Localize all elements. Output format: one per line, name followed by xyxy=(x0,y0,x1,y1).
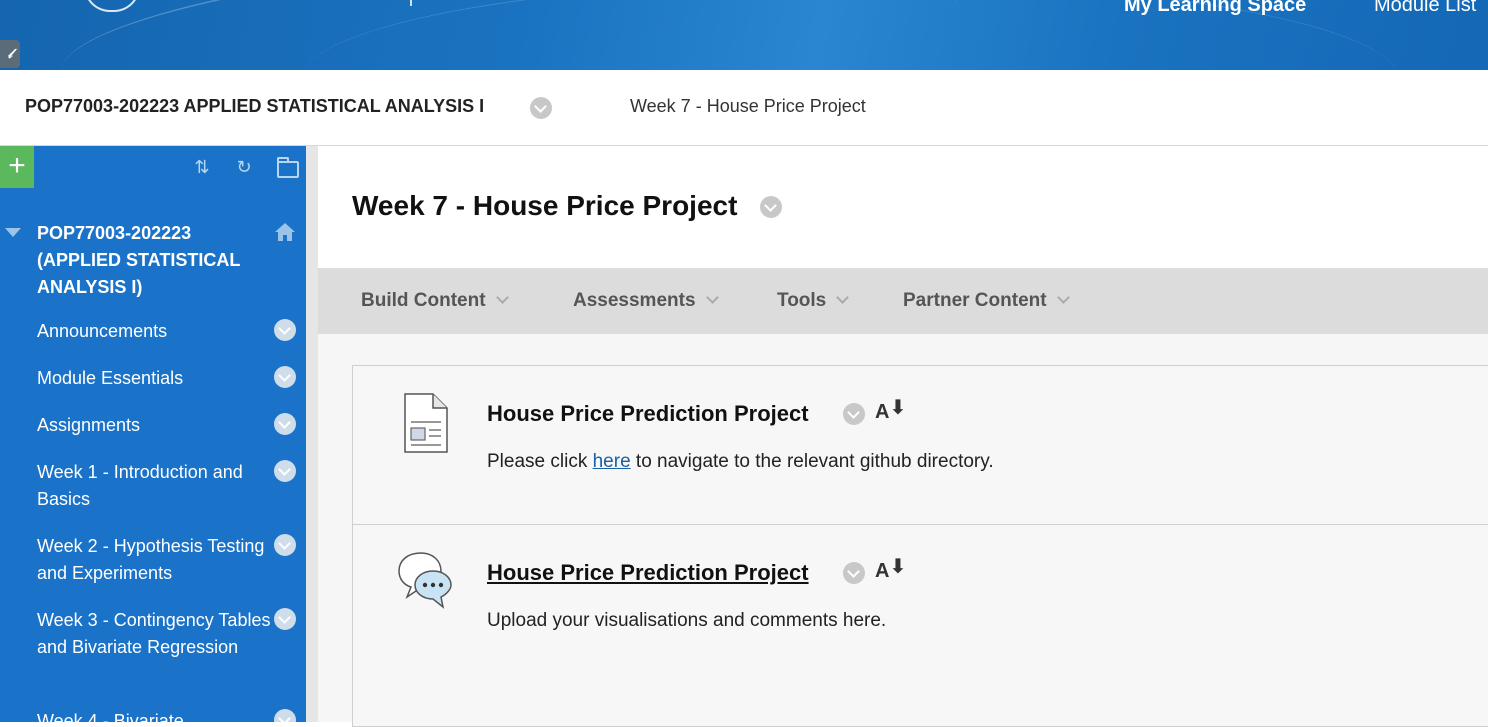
home-icon[interactable] xyxy=(274,222,296,242)
add-menu-item-button[interactable]: + xyxy=(0,146,34,188)
chevron-down-icon xyxy=(836,291,850,304)
content-list: House Price Prediction Project A⬇ Please… xyxy=(352,365,1488,727)
link-icon[interactable]: 𝓁 xyxy=(0,40,20,68)
az-glyph: A xyxy=(875,560,890,582)
document-icon xyxy=(404,393,448,453)
module-list-link[interactable]: Module List xyxy=(1374,0,1476,17)
sidebar-resize-handle[interactable] xyxy=(306,146,318,722)
my-learning-space-link[interactable]: My Learning Space xyxy=(1124,0,1306,17)
chevron-down-icon[interactable] xyxy=(274,460,296,482)
list-item: House Price Prediction Project A⬇ Upload… xyxy=(353,525,1488,683)
chevron-down-icon[interactable] xyxy=(274,608,296,630)
chevron-down-icon[interactable] xyxy=(274,534,296,556)
refresh-icon[interactable]: ↻ xyxy=(233,156,255,178)
top-banner: My Learning Space Module List xyxy=(0,0,1488,70)
list-item: House Price Prediction Project A⬇ Please… xyxy=(353,366,1488,525)
page-header: Week 7 - House Price Project xyxy=(318,146,1488,268)
folder-icon[interactable] xyxy=(277,157,299,178)
sidebar-item-week-1[interactable]: Week 1 - Introduction and Basics xyxy=(37,459,272,513)
content-item-title: House Price Prediction Project xyxy=(487,401,809,426)
description-text-before: Please click xyxy=(487,451,593,472)
description-text-after: to navigate to the relevant github direc… xyxy=(630,451,994,472)
sidebar-item-week-2[interactable]: Week 2 - Hypothesis Testing and Experime… xyxy=(37,533,272,587)
chevron-down-icon xyxy=(1056,291,1070,304)
az-glyph: A xyxy=(875,401,890,423)
sidebar-item-assignments[interactable]: Assignments xyxy=(37,412,272,439)
chevron-down-icon[interactable] xyxy=(274,319,296,341)
course-menu-toolbar: + ⇅ ↻ xyxy=(0,146,306,188)
tools-menu[interactable]: Tools xyxy=(777,290,850,312)
chevron-down-icon[interactable] xyxy=(274,366,296,388)
assessments-menu[interactable]: Assessments xyxy=(573,290,719,312)
item-options-chevron-down-icon[interactable] xyxy=(843,562,865,584)
course-menu-title[interactable]: POP77003-202223 (APPLIED STATISTICAL ANA… xyxy=(37,220,267,301)
item-options-chevron-down-icon[interactable] xyxy=(843,403,865,425)
alternative-formats-icon[interactable]: A⬇ xyxy=(875,397,907,424)
page-title: Week 7 - House Price Project xyxy=(352,190,738,221)
breadcrumb: POP77003-202223 APPLIED STATISTICAL ANAL… xyxy=(0,70,1488,146)
sidebar-item-announcements[interactable]: Announcements xyxy=(37,318,272,345)
chevron-down-icon[interactable] xyxy=(274,413,296,435)
chevron-down-icon xyxy=(495,291,509,304)
collapse-triangle-icon[interactable] xyxy=(5,228,21,237)
logo-divider xyxy=(410,0,412,6)
breadcrumb-current-page: Week 7 - House Price Project xyxy=(630,96,866,116)
chevron-down-icon[interactable] xyxy=(274,709,296,722)
main-content: Week 7 - House Price Project Build Conte… xyxy=(318,146,1488,727)
here-link[interactable]: here xyxy=(593,451,631,472)
logo-icon[interactable] xyxy=(84,0,140,12)
az-arrow: ⬇ xyxy=(889,556,907,578)
tools-label: Tools xyxy=(777,290,827,311)
build-content-label: Build Content xyxy=(361,290,486,311)
breadcrumb-chevron-down-icon[interactable] xyxy=(530,97,552,119)
content-item-description: Please click here to navigate to the rel… xyxy=(487,451,994,473)
alternative-formats-icon[interactable]: A⬇ xyxy=(875,556,907,583)
chevron-down-icon xyxy=(705,291,719,304)
partner-content-menu[interactable]: Partner Content xyxy=(903,290,1070,312)
sidebar-item-module-essentials[interactable]: Module Essentials xyxy=(37,365,272,392)
breadcrumb-course[interactable]: POP77003-202223 APPLIED STATISTICAL ANAL… xyxy=(25,96,484,117)
discussion-icon xyxy=(398,552,452,609)
discussion-title-link[interactable]: House Price Prediction Project xyxy=(487,560,809,586)
reorder-icon[interactable]: ⇅ xyxy=(191,156,213,178)
az-arrow: ⬇ xyxy=(889,397,907,419)
build-content-menu[interactable]: Build Content xyxy=(361,290,509,312)
assessments-label: Assessments xyxy=(573,290,696,311)
content-item-description: Upload your visualisations and comments … xyxy=(487,610,887,631)
sidebar-item-week-3[interactable]: Week 3 - Contingency Tables and Bivariat… xyxy=(37,607,272,661)
sidebar-item-week-4[interactable]: Week 4 - Bivariate xyxy=(37,708,272,722)
course-menu: + ⇅ ↻ POP77003-202223 (APPLIED STATISTIC… xyxy=(0,146,306,722)
action-bar: Build Content Assessments Tools Partner … xyxy=(318,268,1488,334)
page-title-chevron-down-icon[interactable] xyxy=(760,196,782,218)
partner-content-label: Partner Content xyxy=(903,290,1047,311)
